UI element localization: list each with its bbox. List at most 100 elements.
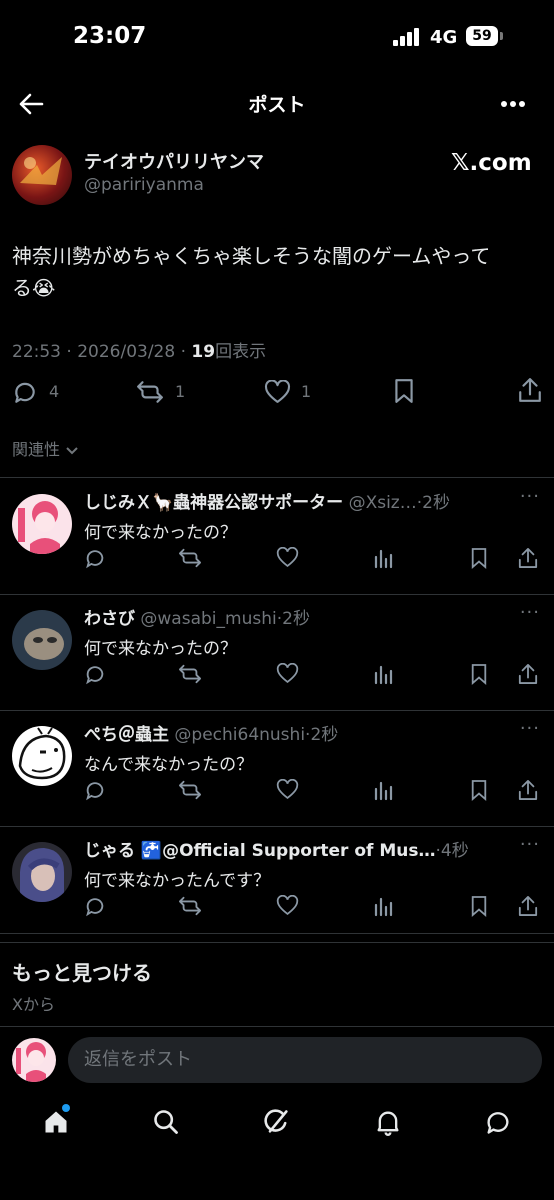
tab-grok[interactable] <box>263 1108 291 1136</box>
reply-text: 何で来なかったんです？ <box>84 871 271 891</box>
bookmark-icon[interactable] <box>393 378 415 404</box>
reply-icon[interactable] <box>84 663 106 685</box>
reply-actions <box>84 547 544 571</box>
post-text: 神奈川勢がめちゃくちゃ楽しそうな闇のゲームやって る😭 <box>12 240 490 304</box>
repost-icon[interactable] <box>178 895 202 917</box>
reply-header: しじみＸ🦙蟲神器公認サポーター @Xsiz…·2秒 <box>84 488 450 513</box>
source-badge: 𝕏.com <box>451 150 532 176</box>
like-icon[interactable] <box>276 779 299 800</box>
reply-avatar[interactable] <box>12 494 72 554</box>
reply-icon[interactable] <box>84 547 106 569</box>
reply-icon[interactable] <box>12 379 38 405</box>
chevron-down-icon <box>65 446 79 456</box>
post-text-line-1: 神奈川勢がめちゃくちゃ楽しそうな闇のゲームやって <box>12 244 491 268</box>
reply-avatar[interactable] <box>12 610 72 670</box>
more-options-icon[interactable] <box>500 100 526 108</box>
like-icon[interactable] <box>276 895 299 916</box>
reply-text: 何で来なかったの？ <box>84 523 237 543</box>
reply-header: ぺち＠蟲主 @pechi64nushi·2秒 <box>84 720 338 745</box>
chat-bubble-icon <box>484 1108 512 1136</box>
share-icon[interactable] <box>518 895 538 917</box>
analytics-icon[interactable] <box>373 663 393 685</box>
reply-time: 2秒 <box>282 609 310 629</box>
like-count: 1 <box>301 382 312 401</box>
share-icon[interactable] <box>518 663 538 685</box>
reply-author-handle[interactable]: @wasabi_mushi <box>140 609 276 629</box>
tab-notifications[interactable] <box>374 1108 402 1136</box>
reply-author-name[interactable]: じゃる 🚰@Official Supporter of Mus… <box>84 841 435 861</box>
analytics-icon[interactable] <box>373 547 393 569</box>
reply-avatar[interactable] <box>12 726 72 786</box>
reply-time: 2秒 <box>422 493 450 513</box>
reply-item[interactable]: しじみＸ🦙蟲神器公認サポーター @Xsiz…·2秒 ··· 何で来なかったの？ <box>0 478 554 595</box>
reply-author-name[interactable]: しじみＸ🦙蟲神器公認サポーター <box>84 493 343 513</box>
reply-more-icon[interactable]: ··· <box>520 486 540 507</box>
sort-filter-label: 関連性 <box>12 440 61 459</box>
repost-icon[interactable] <box>178 547 202 569</box>
reply-item[interactable]: じゃる 🚰@Official Supporter of Mus…·4秒 ··· 何で… <box>0 826 554 943</box>
notification-dot <box>62 1104 70 1112</box>
tab-messages[interactable] <box>484 1108 512 1136</box>
reply-time: 2秒 <box>310 725 339 745</box>
author-name[interactable]: テイオウパリリヤンマ <box>84 148 264 174</box>
like-icon[interactable] <box>264 380 291 404</box>
reply-icon[interactable] <box>84 895 106 917</box>
discover-title: もっと見つける <box>12 961 152 985</box>
author-avatar[interactable] <box>12 145 72 205</box>
tab-search[interactable] <box>152 1108 180 1136</box>
reply-item[interactable]: わさび @wasabi_mushi·2秒 ··· 何で来なかったの？ <box>0 594 554 711</box>
reply-item[interactable]: ぺち＠蟲主 @pechi64nushi·2秒 ··· なんで来なかったの？ <box>0 710 554 827</box>
status-bar: 23:07 4G 59 <box>0 0 554 74</box>
post-meta: 22:53 · 2026/03/28 · 19回表示 <box>12 337 266 362</box>
discover-subtitle: Xから <box>12 995 55 1014</box>
author-handle[interactable]: @paririyanma <box>84 175 204 195</box>
analytics-icon[interactable] <box>373 779 393 801</box>
grok-icon <box>263 1108 291 1136</box>
my-avatar[interactable] <box>12 1038 56 1082</box>
post-text-line-2: る😭 <box>12 276 56 300</box>
reply-actions <box>84 895 544 919</box>
bell-icon <box>374 1108 402 1136</box>
reply-text: 何で来なかったの？ <box>84 639 237 659</box>
reply-compose-placeholder: 返信をポスト <box>84 1049 192 1070</box>
reply-text: なんで来なかったの？ <box>84 755 254 775</box>
battery-icon: 59 <box>466 26 498 46</box>
repost-icon[interactable] <box>178 663 202 685</box>
bookmark-icon[interactable] <box>470 895 488 917</box>
network-label: 4G <box>430 27 458 48</box>
reply-author-handle[interactable]: @pechi64nushi <box>174 725 305 745</box>
share-icon[interactable] <box>518 547 538 569</box>
status-time: 23:07 <box>73 23 147 49</box>
bookmark-icon[interactable] <box>470 779 488 801</box>
sort-filter-button[interactable]: 関連性 <box>12 436 79 460</box>
reply-compose-input[interactable]: 返信をポスト <box>68 1037 542 1083</box>
battery-tip <box>500 32 503 40</box>
home-icon <box>42 1108 70 1136</box>
tab-home[interactable] <box>42 1104 70 1136</box>
bookmark-icon[interactable] <box>470 663 488 685</box>
views-count: 19 <box>191 342 216 362</box>
reply-more-icon[interactable]: ··· <box>520 602 540 623</box>
repost-icon[interactable] <box>178 779 202 801</box>
page-title: ポスト <box>248 94 306 116</box>
reply-avatar[interactable] <box>12 842 72 902</box>
analytics-icon[interactable] <box>373 895 393 917</box>
reply-author-name[interactable]: ぺち＠蟲主 <box>84 725 169 745</box>
share-icon[interactable] <box>518 779 538 801</box>
signal-icon <box>393 28 423 46</box>
like-icon[interactable] <box>276 547 299 568</box>
divider <box>0 1026 554 1027</box>
like-icon[interactable] <box>276 663 299 684</box>
repost-count: 1 <box>175 382 186 401</box>
reply-author-name[interactable]: わさび <box>84 609 135 629</box>
reply-header: じゃる 🚰@Official Supporter of Mus…·4秒 <box>84 836 469 861</box>
repost-icon[interactable] <box>136 379 164 405</box>
reply-icon[interactable] <box>84 779 106 801</box>
reply-header: わさび @wasabi_mushi·2秒 <box>84 604 310 629</box>
reply-count: 4 <box>49 382 60 401</box>
reply-author-handle[interactable]: @Xsiz… <box>349 493 417 513</box>
share-icon[interactable] <box>518 377 542 403</box>
reply-more-icon[interactable]: ··· <box>520 834 540 855</box>
reply-more-icon[interactable]: ··· <box>520 718 540 739</box>
bookmark-icon[interactable] <box>470 547 488 569</box>
